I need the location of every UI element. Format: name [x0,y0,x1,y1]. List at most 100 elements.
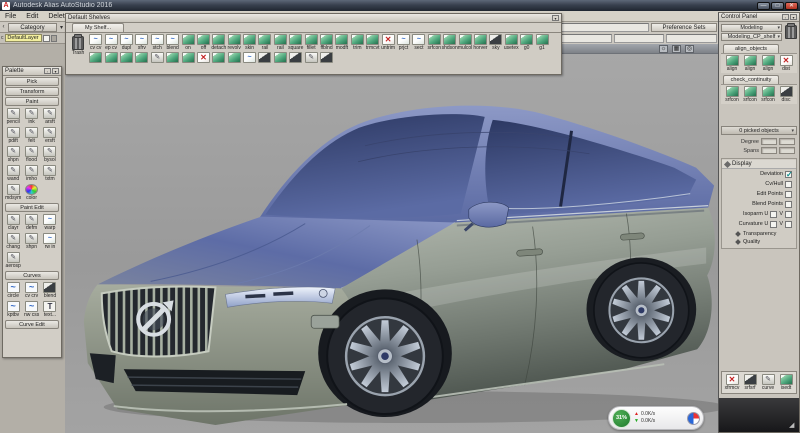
palette-icon[interactable] [7,127,20,138]
tool-icon[interactable] [274,34,287,45]
tool-icon[interactable] [166,34,179,45]
spans-u-field[interactable] [761,147,777,154]
chevron-down-icon[interactable]: ▾ [58,24,65,31]
palette-icon[interactable] [25,184,38,195]
pedit-defm[interactable]: defm [22,214,40,231]
paint-arsft[interactable]: arsft [41,108,59,125]
tool-icon[interactable] [197,34,210,45]
shelf-tool-rail2[interactable]: rail [273,34,288,51]
shelf-tool-stch[interactable]: stch [150,34,165,51]
tool-icon[interactable] [228,52,241,63]
cp-isedt[interactable]: isedt [777,374,795,391]
palette-icon[interactable] [25,165,38,176]
palette-icon[interactable] [7,108,20,119]
modeling-dropdown[interactable]: Modeling [721,24,782,32]
zoom-icon[interactable] [685,45,694,53]
resize-grip-icon[interactable]: ◢ [789,422,797,430]
trash-icon[interactable] [72,36,84,50]
tool-icon[interactable] [89,34,102,45]
tool-icon[interactable] [135,34,148,45]
shelf-tool2-5[interactable] [150,52,165,63]
palette-pin-icon[interactable]: ▫ [44,68,51,74]
tool-icon[interactable] [412,34,425,45]
rear-wheel[interactable] [594,263,689,358]
degree-u-field[interactable] [761,138,777,145]
shelf-tool-skin[interactable]: skin [242,34,257,51]
grid-icon[interactable] [672,45,681,53]
tool-icon[interactable] [320,52,333,63]
shelves-collapse-icon[interactable]: ▾ [552,15,559,21]
menu-item[interactable]: Edit [21,13,43,20]
v-checkbox[interactable] [785,221,792,228]
palette-icon[interactable] [25,214,38,225]
shelf-tool2-12[interactable] [257,52,272,63]
palette-tab-pick[interactable]: Pick [5,77,59,86]
paint-wand[interactable]: wand [4,165,22,182]
pedit-clayr[interactable]: clayr [4,214,22,231]
cpanel-icon[interactable] [762,86,775,97]
shelf-tool-modft[interactable]: modft [334,34,349,51]
shelf-tool2-10[interactable] [227,52,242,63]
tool-icon[interactable] [474,34,487,45]
shelf-tool-shdson[interactable]: shdson [442,34,457,51]
palette-icon[interactable] [25,301,38,312]
palette-icon[interactable] [25,146,38,157]
palette-icon[interactable] [7,282,20,293]
cpanel-trash-icon[interactable] [785,25,797,39]
curves-circle[interactable]: circle [4,282,22,299]
palette-icon[interactable] [43,108,56,119]
shelf-tool-dupl[interactable]: dupl [119,34,134,51]
checkbox[interactable] [785,191,792,198]
prompt-history-field[interactable] [561,34,612,43]
browser-icon[interactable] [687,412,700,425]
tool-icon[interactable] [459,34,472,45]
paint-color[interactable]: color [22,184,40,201]
pedit-shpn[interactable]: shpn [22,233,40,250]
tool-icon[interactable] [305,34,318,45]
cp-srfsrf[interactable]: srfsrf [741,374,759,391]
car-model-3d[interactable] [65,54,718,433]
shelf-tool-horver[interactable]: horver [473,34,488,51]
cp-curve[interactable]: curve [759,374,777,391]
shelf-tool-trmcvt[interactable]: trmcvt [365,34,380,51]
shelf-tool-cv-cv[interactable]: cv cv [88,34,103,51]
checkbox[interactable] [785,171,792,178]
tool-icon[interactable] [397,34,410,45]
cpanel-icon[interactable] [744,55,757,66]
tool-icon[interactable] [536,34,549,45]
shelf-tool-revolv[interactable]: revolv [227,34,242,51]
palette-icon[interactable] [7,233,20,244]
cp-srfcon-2[interactable]: srfcon [741,86,759,103]
shelf-tool-blend[interactable]: blend [165,34,180,51]
tool-icon[interactable] [135,52,148,63]
tool-icon[interactable] [382,34,395,45]
palette-icon[interactable] [25,282,38,293]
paint-shpn[interactable]: shpn [4,146,22,163]
picked-objects-dropdown[interactable]: 0 picked objects [721,126,797,135]
shelf-tool2-16[interactable] [319,52,334,63]
tool-icon[interactable] [274,52,287,63]
windshield[interactable] [265,114,484,218]
paint-txtm[interactable]: txtm [41,165,59,182]
tool-icon[interactable] [105,52,118,63]
tool-icon[interactable] [197,52,210,63]
maximize-button[interactable]: □ [771,2,784,10]
paint-ersft[interactable]: ersft [41,127,59,144]
cpanel-bottom-icon[interactable] [726,374,739,385]
palette-icon[interactable] [25,127,38,138]
layer-state-box[interactable] [51,35,57,42]
shelf-tool-square[interactable]: square [288,34,303,51]
paint-ink[interactable]: ink [22,108,40,125]
tool-icon[interactable] [289,34,302,45]
shelf-tool-sfrv[interactable]: sfrv [134,34,149,51]
tool-icon[interactable] [351,34,364,45]
v-checkbox[interactable] [785,211,792,218]
degree-v-field[interactable] [779,138,795,145]
tool-icon[interactable] [243,52,256,63]
shelf-tool-usetex[interactable]: usetex [504,34,519,51]
shelf-tool-ffblnd[interactable]: ffblnd [319,34,334,51]
shelf-tool2-11[interactable] [242,52,257,63]
checkbox[interactable] [785,201,792,208]
lamp-icon[interactable] [659,45,668,53]
paint-pdift[interactable]: pdift [4,127,22,144]
